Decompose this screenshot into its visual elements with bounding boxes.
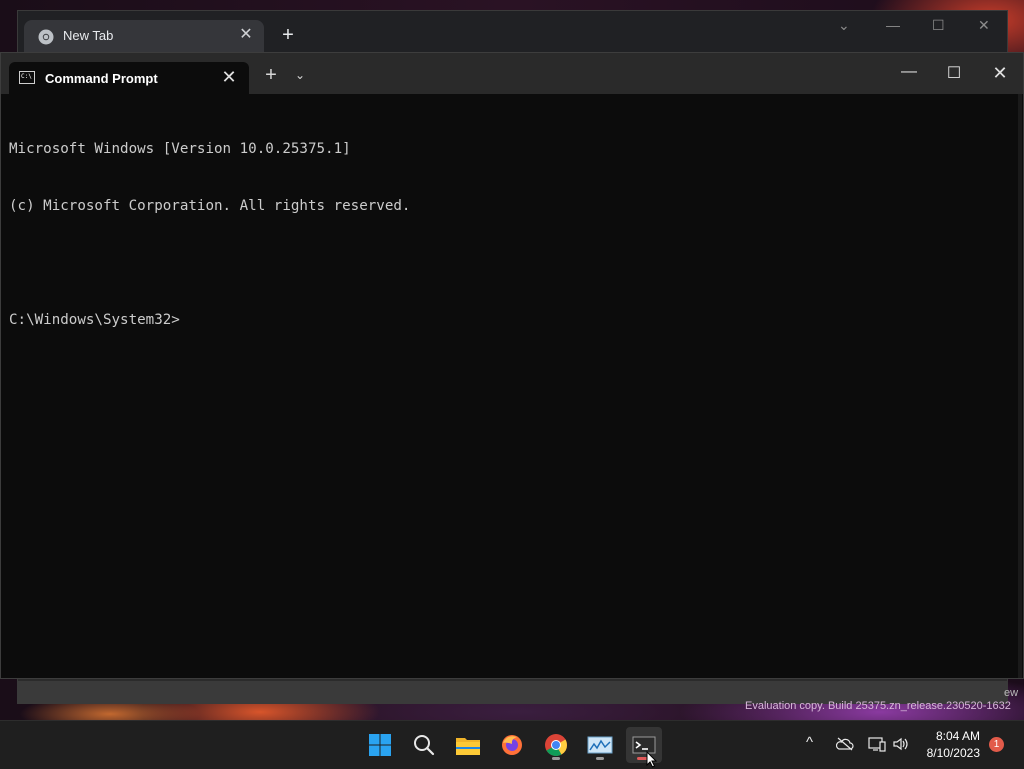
folder-icon — [456, 738, 480, 755]
start-button[interactable] — [362, 727, 398, 763]
file-explorer-button[interactable] — [450, 727, 486, 763]
running-indicator — [552, 757, 560, 760]
chrome-button[interactable] — [538, 727, 574, 763]
running-indicator — [596, 757, 604, 760]
new-tab-button[interactable]: + — [261, 65, 281, 85]
resource-monitor-button[interactable] — [582, 727, 618, 763]
minimize-button[interactable]: — — [886, 17, 900, 33]
maximize-button[interactable]: ☐ — [932, 17, 945, 34]
close-window-button[interactable]: ✕ — [988, 63, 1012, 84]
new-tab-button[interactable]: + — [276, 23, 300, 47]
cmd-icon — [19, 71, 35, 84]
tray-overflow-button[interactable]: ^ — [806, 734, 813, 751]
close-window-button[interactable]: ✕ — [978, 17, 990, 34]
evaluation-watermark: Evaluation copy. Build 25375.zn_release.… — [745, 700, 1011, 712]
maximize-button[interactable]: ☐ — [942, 63, 966, 83]
minimize-button[interactable]: — — [897, 63, 921, 81]
terminal-tab-label: Command Prompt — [45, 71, 158, 86]
tab-command-prompt[interactable]: Command Prompt ✕ — [9, 62, 249, 94]
clock-date: 8/10/2023 — [926, 746, 980, 760]
clock[interactable]: 8:04 AM 8/10/2023 — [927, 728, 980, 762]
tab-search-button[interactable]: ⌄ — [838, 17, 850, 34]
terminal-window[interactable]: Command Prompt ✕ + ⌄ — ☐ ✕ Microsoft Win… — [0, 52, 1024, 679]
chrome-tab-label: New Tab — [63, 28, 114, 43]
chrome-tab-bar: New Tab ✕ + ⌄ — ☐ ✕ — [18, 11, 1007, 54]
scrollbar[interactable] — [1018, 94, 1022, 678]
terminal-line: Microsoft Windows [Version 10.0.25375.1] — [9, 141, 351, 157]
windows-logo-icon — [369, 734, 391, 756]
profile-dropdown-button[interactable]: ⌄ — [291, 65, 309, 85]
clock-time: 8:04 AM — [935, 729, 980, 743]
watermark-partial: ew — [1004, 687, 1019, 699]
firefox-icon — [502, 735, 522, 755]
mouse-cursor-icon — [646, 751, 658, 768]
terminal-tab-bar: Command Prompt ✕ + ⌄ — ☐ ✕ — [1, 53, 1023, 94]
search-button[interactable] — [406, 727, 442, 763]
chrome-icon — [38, 29, 54, 45]
terminal-line: (c) Microsoft Corporation. All rights re… — [9, 198, 411, 214]
chrome-tab-new-tab[interactable]: New Tab ✕ — [24, 20, 264, 54]
network-icon[interactable] — [868, 736, 886, 752]
terminal-output[interactable]: Microsoft Windows [Version 10.0.25375.1]… — [9, 102, 1009, 662]
volume-icon[interactable] — [892, 736, 910, 752]
firefox-button[interactable] — [494, 727, 530, 763]
onedrive-offline-icon[interactable] — [836, 737, 854, 751]
close-icon[interactable]: ✕ — [236, 25, 256, 45]
close-icon[interactable]: ✕ — [219, 66, 239, 88]
notification-badge[interactable]: 1 — [989, 737, 1004, 752]
search-icon — [414, 735, 435, 756]
terminal-prompt[interactable]: C:\Windows\System32> — [9, 311, 1009, 330]
taskbar: ^ 8:04 AM 8/10/2023 1 — [0, 720, 1024, 769]
